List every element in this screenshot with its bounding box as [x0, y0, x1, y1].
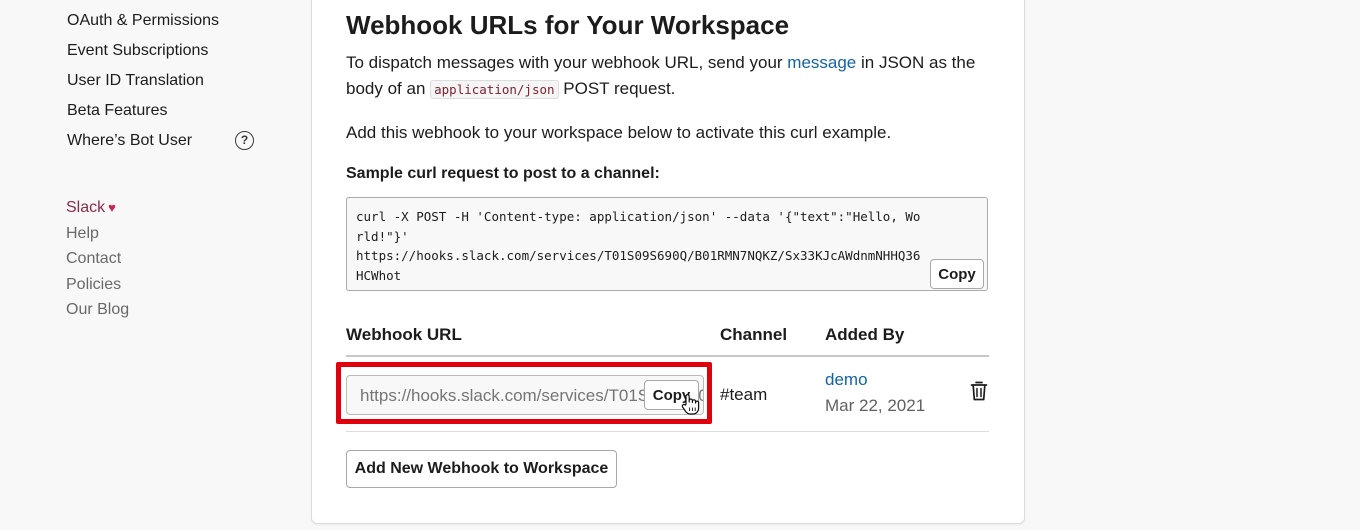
- intro-text-after: POST request.: [558, 79, 676, 98]
- sidebar-item-oauth-permissions[interactable]: OAuth & Permissions: [67, 12, 219, 30]
- sidebar-item-beta-features[interactable]: Beta Features: [67, 102, 168, 120]
- table-row-divider: [346, 431, 989, 432]
- help-icon[interactable]: ?: [235, 131, 254, 150]
- copy-curl-button[interactable]: Copy: [930, 259, 984, 289]
- column-header-added-by: Added By: [825, 325, 905, 344]
- footer-policies-link[interactable]: Policies: [66, 276, 121, 294]
- activate-note: Add this webhook to your workspace below…: [346, 123, 892, 142]
- intro-paragraph: To dispatch messages with your webhook U…: [346, 50, 986, 103]
- page-title: Webhook URLs for Your Workspace: [346, 10, 790, 40]
- footer-contact-link[interactable]: Contact: [66, 250, 121, 268]
- intro-text-before: To dispatch messages with your webhook U…: [346, 53, 788, 72]
- column-header-webhook-url: Webhook URL: [346, 325, 462, 344]
- add-new-webhook-button[interactable]: Add New Webhook to Workspace: [346, 450, 617, 488]
- message-link[interactable]: message: [787, 53, 856, 72]
- footer-help-link[interactable]: Help: [66, 225, 99, 243]
- trash-icon[interactable]: [969, 380, 989, 402]
- sidebar-item-event-subscriptions[interactable]: Event Subscriptions: [67, 42, 208, 60]
- hand-pointer-cursor-icon: [681, 394, 700, 415]
- webhook-channel: #team: [720, 385, 768, 404]
- added-date: Mar 22, 2021: [825, 396, 926, 415]
- sample-curl-label: Sample curl request to post to a channel…: [346, 165, 660, 182]
- sample-curl-box: curl -X POST -H 'Content-type: applicati…: [346, 197, 988, 291]
- column-header-channel: Channel: [720, 325, 788, 344]
- sidebar-item-wheres-bot-user[interactable]: Where’s Bot User: [67, 132, 192, 150]
- content-type-code: application/json: [430, 80, 559, 99]
- footer-slack-label: Slack: [66, 199, 106, 216]
- footer-blog-link[interactable]: Our Blog: [66, 301, 129, 319]
- highlight-box: [336, 362, 712, 424]
- sample-curl-code: curl -X POST -H 'Content-type: applicati…: [356, 209, 921, 283]
- footer-slack-link[interactable]: Slack ♥: [66, 199, 116, 217]
- sidebar: OAuth & Permissions Event Subscriptions …: [0, 0, 300, 530]
- added-by-user-link[interactable]: demo: [825, 370, 868, 390]
- table-header-divider: [346, 355, 989, 357]
- heart-icon: ♥: [108, 200, 116, 215]
- sidebar-item-user-id-translation[interactable]: User ID Translation: [67, 72, 204, 90]
